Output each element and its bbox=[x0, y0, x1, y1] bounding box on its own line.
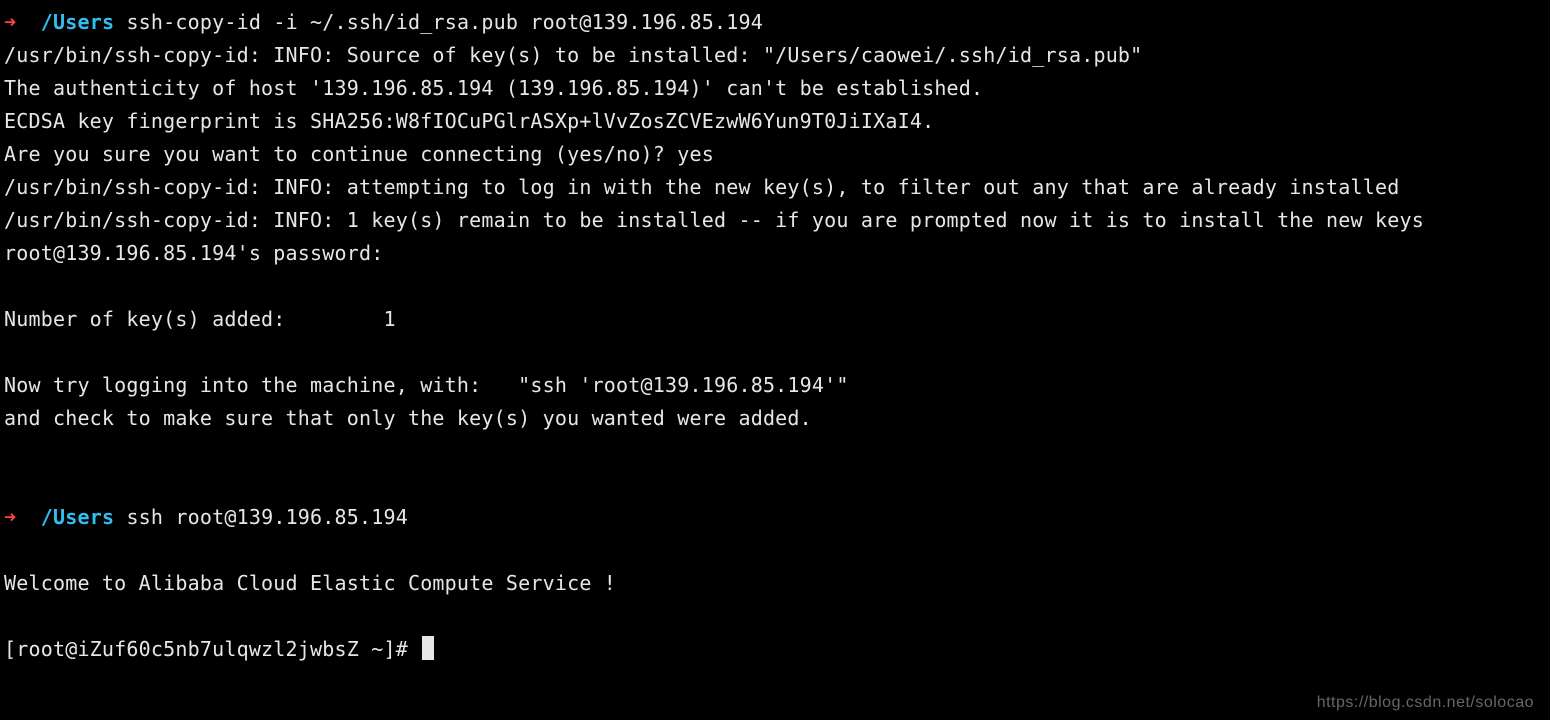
output-line: The authenticity of host '139.196.85.194… bbox=[4, 76, 983, 100]
output-line: Now try logging into the machine, with: … bbox=[4, 373, 849, 397]
output-line: Number of key(s) added: 1 bbox=[4, 307, 396, 331]
prompt-cwd: /Users bbox=[41, 505, 114, 529]
output-line: root@139.196.85.194's password: bbox=[4, 241, 383, 265]
cursor-block-icon bbox=[422, 636, 434, 660]
output-line: /usr/bin/ssh-copy-id: INFO: attempting t… bbox=[4, 175, 1399, 199]
output-line: Welcome to Alibaba Cloud Elastic Compute… bbox=[4, 571, 616, 595]
output-line: ECDSA key fingerprint is SHA256:W8fIOCuP… bbox=[4, 109, 934, 133]
remote-shell-prompt[interactable]: [root@iZuf60c5nb7ulqwzl2jwbsZ ~]# bbox=[4, 637, 420, 661]
output-line: Are you sure you want to continue connec… bbox=[4, 142, 714, 166]
watermark-text: https://blog.csdn.net/solocao bbox=[1317, 694, 1534, 712]
command-text: ssh root@139.196.85.194 bbox=[126, 505, 408, 529]
prompt-arrow-icon: ➜ bbox=[4, 505, 16, 529]
output-line: /usr/bin/ssh-copy-id: INFO: 1 key(s) rem… bbox=[4, 208, 1424, 232]
output-line: and check to make sure that only the key… bbox=[4, 406, 812, 430]
output-line: /usr/bin/ssh-copy-id: INFO: Source of ke… bbox=[4, 43, 1142, 67]
prompt-cwd: /Users bbox=[41, 10, 114, 34]
terminal-output[interactable]: ➜ /Users ssh-copy-id -i ~/.ssh/id_rsa.pu… bbox=[0, 0, 1550, 672]
prompt-arrow-icon: ➜ bbox=[4, 10, 16, 34]
command-text: ssh-copy-id -i ~/.ssh/id_rsa.pub root@13… bbox=[126, 10, 763, 34]
